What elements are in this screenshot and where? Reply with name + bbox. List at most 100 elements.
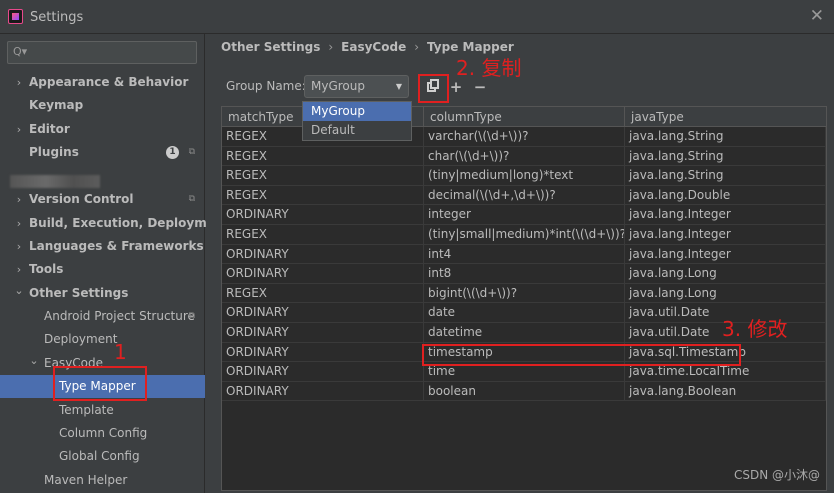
cell-javatype[interactable]: java.lang.Boolean: [625, 381, 826, 402]
cell-javatype[interactable]: java.lang.String: [625, 146, 826, 167]
blurred-item: [10, 175, 100, 188]
sidebar-item-plugins[interactable]: Plugins 1 ⧉: [0, 141, 205, 164]
group-name-label: Group Name:: [226, 79, 306, 93]
intellij-app-icon: [8, 9, 23, 24]
cell-columntype[interactable]: bigint(\(\d+\))?: [424, 283, 625, 304]
cell-javatype[interactable]: java.lang.Integer: [625, 225, 826, 245]
sidebar-item-keymap[interactable]: Keymap: [0, 94, 205, 117]
cell-javatype[interactable]: java.lang.Integer: [625, 244, 826, 265]
watermark: CSDN @小沐@: [733, 468, 820, 482]
cell-matchtype[interactable]: ORDINARY: [222, 381, 424, 402]
cell-javatype[interactable]: java.lang.String: [625, 166, 826, 186]
sidebar-item-tools[interactable]: › Tools: [0, 258, 205, 281]
table-row[interactable]: REGEX char(\(\d+\))? java.lang.String: [222, 146, 826, 167]
table-row[interactable]: REGEX (tiny|small|medium)*int(\(\d+\))? ja…: [222, 225, 826, 245]
breadcrumb-other-settings[interactable]: Other Settings: [221, 40, 320, 54]
breadcrumb-easycode[interactable]: EasyCode: [341, 40, 406, 54]
chevron-right-icon: ›: [16, 240, 22, 253]
cell-matchtype[interactable]: ORDINARY: [222, 342, 424, 363]
sidebar-item-editor[interactable]: › Editor: [0, 118, 205, 141]
cell-columntype[interactable]: (tiny|medium|long)*text: [424, 166, 625, 186]
title-bar: Settings ✕: [0, 0, 834, 34]
sidebar-item-maven-helper[interactable]: Maven Helper: [0, 469, 205, 492]
annotation-step-2: 2. 复制: [456, 56, 522, 80]
table-row[interactable]: REGEX (tiny|medium|long)*text java.lang.St…: [222, 166, 826, 186]
cell-columntype[interactable]: boolean: [424, 381, 625, 402]
cell-columntype[interactable]: int4: [424, 244, 625, 265]
sidebar-item-version-control[interactable]: › Version Control ⧉: [0, 188, 205, 211]
cell-matchtype[interactable]: REGEX: [222, 166, 424, 186]
cell-matchtype[interactable]: ORDINARY: [222, 244, 424, 265]
plugins-update-badge: 1: [166, 146, 179, 159]
cell-matchtype[interactable]: ORDINARY: [222, 362, 424, 382]
settings-sidebar: Q▾ › Appearance & Behavior Keymap › Edit…: [0, 34, 229, 493]
close-icon[interactable]: ✕: [810, 6, 824, 26]
cell-columntype[interactable]: char(\(\d+\))?: [424, 146, 625, 167]
search-icon: Q▾: [13, 45, 28, 58]
type-mapper-table: matchType columnType javaType REGEX varch…: [221, 106, 827, 491]
dropdown-arrow-icon: ▼: [395, 82, 402, 91]
cell-columntype[interactable]: (tiny|small|medium)*int(\(\d+\))?: [424, 225, 625, 245]
cell-columntype[interactable]: decimal(\(\d+,\d+\))?: [424, 185, 625, 206]
chevron-right-icon: ›: [16, 76, 22, 89]
sidebar-item-column-config[interactable]: Column Config: [0, 422, 205, 445]
cell-columntype[interactable]: varchar(\(\d+\))?: [424, 127, 625, 147]
chevron-down-icon: ⌄: [29, 354, 39, 367]
annotation-box-timestamp-row: [422, 344, 741, 366]
breadcrumb-separator: ›: [328, 40, 334, 54]
column-header-columntype[interactable]: columnType: [424, 107, 625, 127]
dropdown-option-default[interactable]: Default: [303, 121, 411, 140]
cell-columntype[interactable]: int8: [424, 264, 625, 284]
cell-matchtype[interactable]: REGEX: [222, 225, 424, 245]
chevron-down-icon: ⌄: [14, 284, 24, 297]
group-name-select[interactable]: MyGroup ▼: [304, 75, 409, 98]
annotation-box-copy: [418, 74, 449, 103]
project-settings-icon: ⧉: [188, 147, 195, 157]
annotation-box-type-mapper: [53, 366, 147, 401]
cell-matchtype[interactable]: ORDINARY: [222, 323, 424, 343]
sidebar-item-other-settings[interactable]: ⌄ Other Settings: [0, 282, 205, 305]
chevron-right-icon: ›: [16, 123, 22, 136]
dropdown-option-mygroup[interactable]: MyGroup: [303, 102, 411, 121]
breadcrumb-separator: ›: [414, 40, 420, 54]
table-row[interactable]: ORDINARY int8 java.lang.Long: [222, 264, 826, 284]
table-row[interactable]: REGEX decimal(\(\d+,\d+\))? java.lang.Doub…: [222, 185, 826, 206]
sidebar-item-global-config[interactable]: Global Config: [0, 445, 205, 468]
table-row[interactable]: ORDINARY int4 java.lang.Integer: [222, 244, 826, 265]
sidebar-item-deployment[interactable]: Deployment: [0, 328, 205, 351]
column-header-javatype[interactable]: javaType: [625, 107, 826, 127]
sidebar-item-languages-frameworks[interactable]: › Languages & Frameworks: [0, 235, 205, 258]
table-row[interactable]: ORDINARY boolean java.lang.Boolean: [222, 381, 826, 402]
table-row[interactable]: REGEX bigint(\(\d+\))? java.lang.Long: [222, 283, 826, 304]
chevron-right-icon: ›: [16, 193, 22, 206]
cell-javatype[interactable]: java.lang.Long: [625, 264, 826, 284]
project-settings-icon: ⧉: [188, 194, 195, 204]
cell-javatype[interactable]: java.lang.String: [625, 127, 826, 147]
cell-matchtype[interactable]: REGEX: [222, 185, 424, 206]
cell-matchtype[interactable]: ORDINARY: [222, 205, 424, 225]
cell-columntype[interactable]: integer: [424, 205, 625, 225]
chevron-right-icon: ›: [16, 263, 22, 276]
cell-matchtype[interactable]: ORDINARY: [222, 303, 424, 323]
cell-matchtype[interactable]: ORDINARY: [222, 264, 424, 284]
cell-matchtype[interactable]: REGEX: [222, 146, 424, 167]
sidebar-item-template[interactable]: Template: [0, 399, 205, 422]
sidebar-item-build-execution-deployment[interactable]: › Build, Execution, Deployment: [0, 212, 229, 235]
cell-javatype[interactable]: java.lang.Integer: [625, 205, 826, 225]
window-title: Settings: [30, 10, 84, 25]
cell-javatype[interactable]: java.lang.Double: [625, 185, 826, 206]
table-row[interactable]: ORDINARY integer java.lang.Integer: [222, 205, 826, 225]
group-select-value: MyGroup: [311, 79, 365, 93]
cell-columntype[interactable]: datetime: [424, 323, 625, 343]
project-settings-icon: ⧉: [188, 311, 195, 321]
main-panel: Other Settings › EasyCode › Type Mapper Grou…: [206, 34, 834, 493]
chevron-right-icon: ›: [16, 217, 22, 230]
cell-columntype[interactable]: date: [424, 303, 625, 323]
cell-javatype[interactable]: java.lang.Long: [625, 283, 826, 304]
sidebar-item-android-project-structure[interactable]: Android Project Structure ⧉: [0, 305, 205, 328]
sidebar-item-appearance-behavior[interactable]: › Appearance & Behavior: [0, 71, 205, 94]
group-name-dropdown: MyGroup Default: [302, 101, 412, 141]
cell-matchtype[interactable]: REGEX: [222, 283, 424, 304]
annotation-step-3: 3. 修改: [722, 317, 788, 341]
settings-search-input[interactable]: Q▾: [7, 41, 197, 64]
